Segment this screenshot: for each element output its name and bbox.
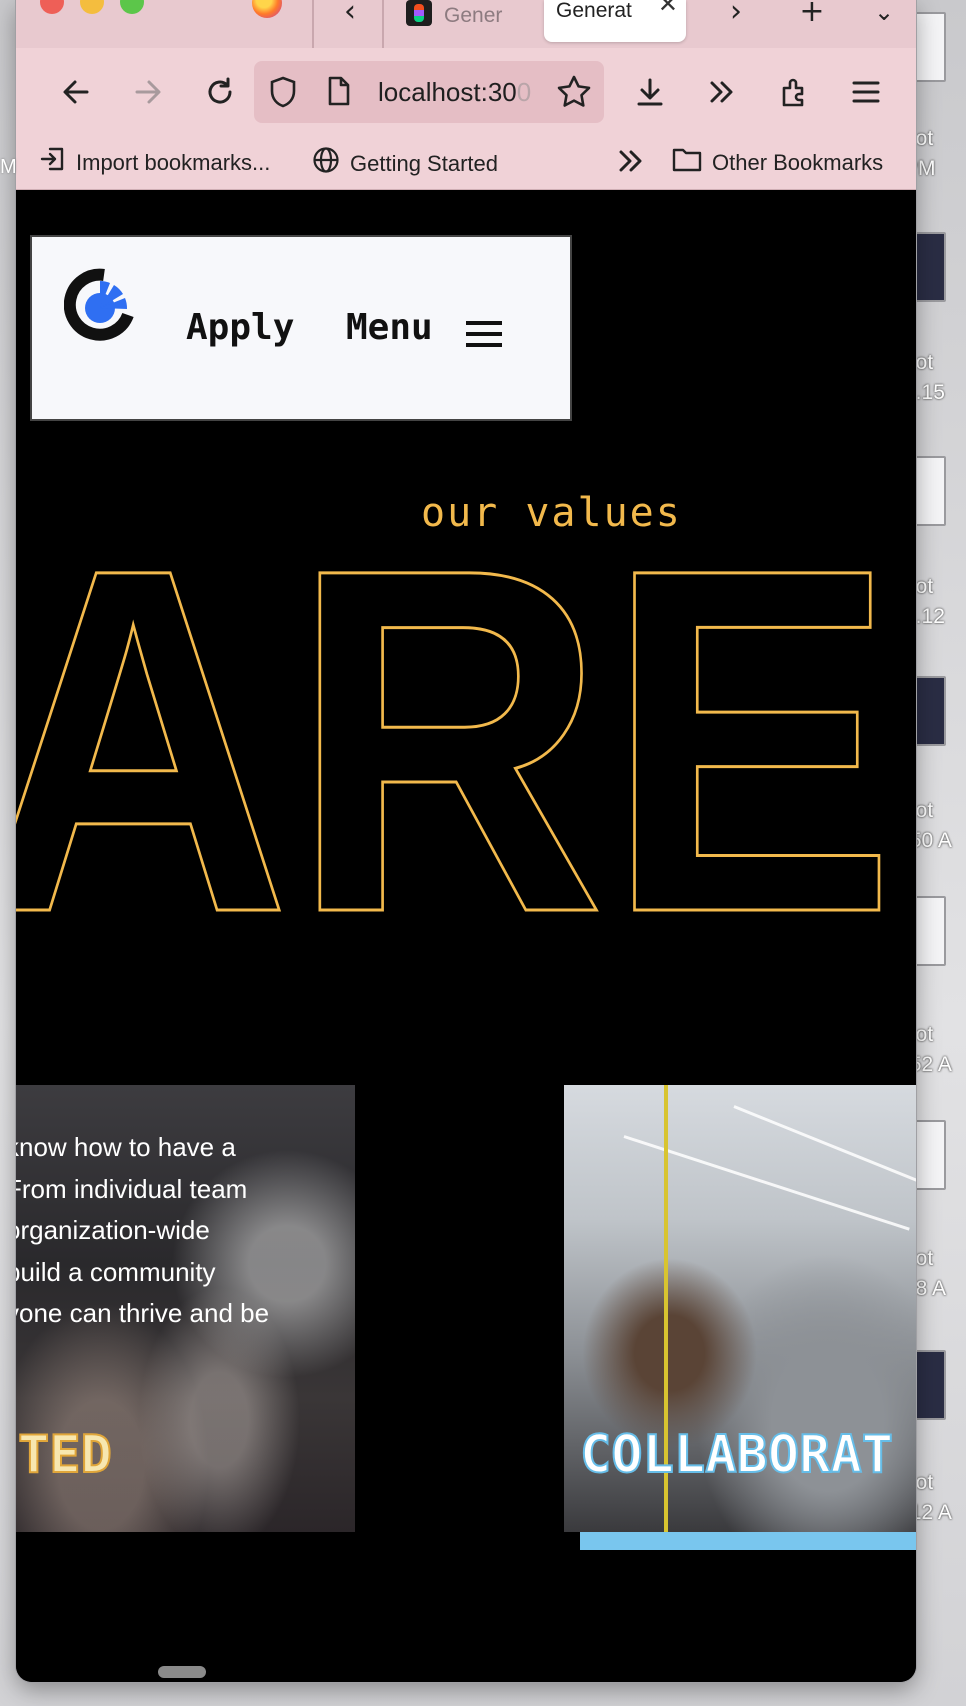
web-page: Apply Menu our values ARE know how to ha… (16, 190, 916, 1682)
shield-icon[interactable] (268, 75, 298, 113)
desktop-file-thumbnail[interactable] (912, 896, 946, 966)
list-tabs-icon[interactable]: ⌄ (864, 0, 904, 26)
forward-icon[interactable] (122, 66, 174, 118)
overflow-chevrons-icon[interactable] (696, 66, 748, 118)
tabs-scroll-right-icon[interactable]: › (716, 0, 756, 29)
zoom-window-button[interactable] (120, 0, 144, 14)
globe-icon (312, 146, 340, 181)
menu-button[interactable]: Menu (346, 307, 433, 348)
tabs-scroll-left-icon[interactable]: ‹ (330, 0, 370, 29)
section-eyebrow: our values (421, 490, 682, 536)
value-card-collaborative[interactable]: COLLABORAT (564, 1085, 916, 1532)
tab-active[interactable]: Generat ✕ (544, 0, 686, 42)
desktop-file-thumbnail[interactable] (912, 1120, 946, 1190)
value-card-dedicated[interactable]: know how to have a From individual team … (16, 1085, 355, 1532)
tab-divider (382, 0, 384, 48)
photo-light-streak (733, 1105, 916, 1183)
minimize-window-button[interactable] (80, 0, 104, 14)
outlined-headline: ARE (16, 545, 898, 925)
value-card-title: COLLABORAT (579, 1424, 894, 1486)
reload-icon[interactable] (194, 66, 246, 118)
scroll-handle[interactable] (158, 1666, 206, 1678)
url-value: localhost:30 (378, 77, 517, 107)
bookmarks-toolbar: Import bookmarks... Getting Started Othe… (16, 138, 916, 190)
import-icon (40, 146, 66, 179)
import-bookmarks-link[interactable]: Import bookmarks... (40, 146, 270, 179)
url-text: localhost:300 (378, 77, 548, 108)
value-card-description: know how to have a From individual team … (16, 1127, 355, 1335)
apply-link[interactable]: Apply (186, 307, 294, 348)
outlined-headline-text: ARE (16, 545, 896, 925)
navigation-toolbar: localhost:300 (16, 48, 916, 138)
hamburger-icon[interactable] (466, 321, 502, 347)
extensions-icon[interactable] (768, 66, 820, 118)
desktop-file-thumbnail[interactable] (912, 456, 946, 526)
back-icon[interactable] (50, 66, 102, 118)
other-bookmarks-folder[interactable]: Other Bookmarks (672, 146, 883, 179)
bookmark-star-icon[interactable] (556, 74, 592, 114)
description-line: From individual team (16, 1173, 248, 1204)
description-line: organization-wide (16, 1215, 210, 1245)
value-card-title: TED (17, 1424, 113, 1486)
tab-strip: ‹ Gener Generat ✕ › + ⌄ (16, 0, 916, 48)
site-header: Apply Menu (30, 235, 572, 421)
browser-window: ‹ Gener Generat ✕ › + ⌄ localhost:300 Im… (16, 0, 916, 1682)
page-icon[interactable] (326, 75, 352, 111)
description-line: yone can thrive and be (16, 1298, 270, 1328)
close-window-button[interactable] (40, 0, 64, 14)
description-line: know how to have a (16, 1132, 236, 1162)
close-tab-icon[interactable]: ✕ (658, 0, 678, 17)
getting-started-link[interactable]: Getting Started (312, 146, 498, 181)
desktop-file-thumbnail[interactable] (912, 232, 946, 302)
folder-icon (672, 146, 702, 179)
import-bookmarks-label: Import bookmarks... (76, 149, 271, 175)
desktop-file-thumbnail[interactable] (912, 12, 946, 82)
site-logo-icon[interactable] (63, 267, 140, 343)
card-accent-bar (580, 1532, 916, 1550)
address-bar[interactable]: localhost:300 (254, 61, 604, 123)
tab-label: Gener (444, 4, 503, 27)
bookmarks-overflow-icon[interactable] (616, 146, 646, 176)
description-line: build a community (16, 1256, 216, 1287)
url-value-faded: 0 (516, 77, 532, 107)
new-tab-icon[interactable]: + (792, 0, 832, 29)
tab-label: Generat (556, 0, 632, 22)
desktop-file-thumbnail[interactable] (912, 1350, 946, 1420)
tab-divider (312, 0, 314, 48)
app-menu-icon[interactable] (840, 66, 892, 118)
other-bookmarks-label: Other Bookmarks (712, 149, 884, 175)
download-icon[interactable] (624, 66, 676, 118)
tab-figma[interactable]: Gener (394, 0, 524, 42)
getting-started-label: Getting Started (350, 150, 498, 176)
desktop-file-thumbnail[interactable] (912, 676, 946, 746)
figma-icon (406, 0, 432, 26)
firefox-icon (252, 0, 282, 18)
desktop-edge-label: M (0, 156, 17, 178)
